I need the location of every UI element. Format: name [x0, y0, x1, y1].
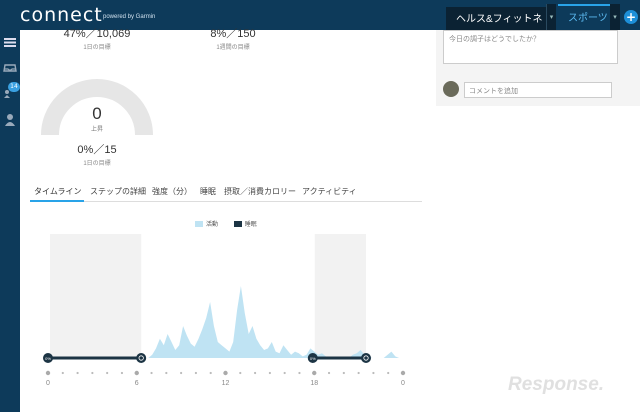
hour-dot [372, 371, 375, 375]
weekly-goal-stat: 8%／150 1週間の目標 [196, 25, 270, 51]
left-sidebar: 14 [0, 30, 20, 412]
legend-sleep-swatch [233, 220, 242, 227]
notification-badge: 14 [8, 82, 20, 92]
hour-dot [180, 371, 183, 375]
tab-sports[interactable]: スポーツ [558, 4, 610, 30]
hour-dot [91, 371, 94, 375]
floors-label: 上昇 [90, 127, 103, 133]
tab-timeline[interactable]: タイムライン [34, 186, 81, 197]
tab-intensity[interactable]: 強度（分） [152, 186, 192, 197]
hour-dot [61, 371, 64, 375]
connect-logo[interactable]: connect [20, 4, 103, 26]
hour-dot [239, 371, 242, 375]
floors-goal-value: 0%／15 [77, 144, 117, 156]
sleep-band-1 [314, 234, 367, 358]
hour-dot [357, 371, 360, 375]
sleep-percent-label-1: 0% [310, 356, 316, 361]
tab-sleep[interactable]: 睡眠 [200, 186, 216, 197]
sleep-end-icon-1 [361, 353, 372, 363]
add-button[interactable]: + [624, 10, 638, 24]
hour-dot [268, 371, 271, 375]
profile-icon[interactable] [2, 112, 18, 128]
add-comment-input[interactable]: コメントを追加 [464, 82, 612, 98]
x-tick-label: 18 [310, 380, 318, 387]
timeline-chart: 0% 0% 0 6 12 18 0 [43, 234, 406, 387]
status-textarea[interactable]: 今日の調子はどうでしたか？ [443, 30, 618, 64]
steps-goal-label: 1日の目標 [83, 45, 111, 51]
hour-dot [223, 370, 228, 376]
hour-dot [342, 371, 345, 375]
floors-goal-stat: 0%／15 1日の目標 [60, 141, 134, 167]
hour-dot [253, 371, 257, 375]
tab-health-fitness[interactable]: ヘルス&フィットネス [446, 4, 546, 51]
weekly-goal-label: 1週間の目標 [216, 45, 250, 51]
tab-calories[interactable]: 摂取／消費カロリー [224, 186, 296, 197]
hour-dot [209, 371, 212, 375]
legend-activity-label: 活動 [206, 222, 219, 228]
inbox-icon[interactable] [2, 60, 18, 76]
watermark: Response. [508, 374, 605, 395]
sleep-percent-label-0: 0% [45, 356, 51, 361]
hour-dot [298, 371, 301, 375]
sleep-band-0 [50, 234, 142, 358]
hour-dot [165, 371, 168, 375]
legend-sleep-label: 睡眠 [244, 222, 257, 228]
powered-by-label: powered by Garmin [103, 14, 156, 20]
steps-goal-stat: 47%／10,069 1日の目標 [60, 25, 134, 51]
chart-legend: 活動 睡眠 [195, 219, 257, 228]
x-tick-label: 0 [401, 380, 405, 387]
hour-dot [106, 371, 109, 375]
weekly-goal-value: 8%／150 [210, 28, 256, 40]
hour-dot [134, 370, 139, 376]
hour-dot [400, 370, 406, 376]
x-tick-label: 12 [222, 380, 230, 387]
steps-goal-value: 47%／10,069 [63, 28, 131, 40]
hour-dot [76, 371, 79, 375]
sports-dropdown-icon[interactable]: ▾ [610, 4, 620, 30]
health-dropdown-icon[interactable]: ▾ [546, 4, 556, 30]
hour-dot [312, 370, 317, 376]
legend-activity-swatch [195, 220, 203, 227]
tab-step-details[interactable]: ステップの詳細 [90, 186, 146, 197]
floors-value: 0 [92, 104, 102, 123]
floors-goal-label: 1日の目標 [83, 161, 111, 167]
hour-dot [150, 371, 153, 375]
hour-dot [120, 371, 124, 375]
sleep-end-icon-0 [136, 353, 147, 363]
active-tab-indicator [30, 200, 84, 202]
x-tick-label: 6 [135, 380, 139, 387]
x-tick-label: 0 [46, 380, 50, 387]
hour-dot [194, 371, 198, 375]
hour-dot [327, 371, 331, 375]
avatar [443, 81, 459, 97]
hour-dot [45, 370, 51, 376]
detail-tabs: タイムライン ステップの詳細 強度（分） 睡眠 摂取／消費カロリー アクティビテ… [30, 182, 422, 202]
hour-dot [387, 371, 390, 375]
menu-icon[interactable] [2, 34, 18, 50]
tab-activity[interactable]: アクティビティ [302, 186, 357, 197]
hour-dot [283, 371, 286, 375]
